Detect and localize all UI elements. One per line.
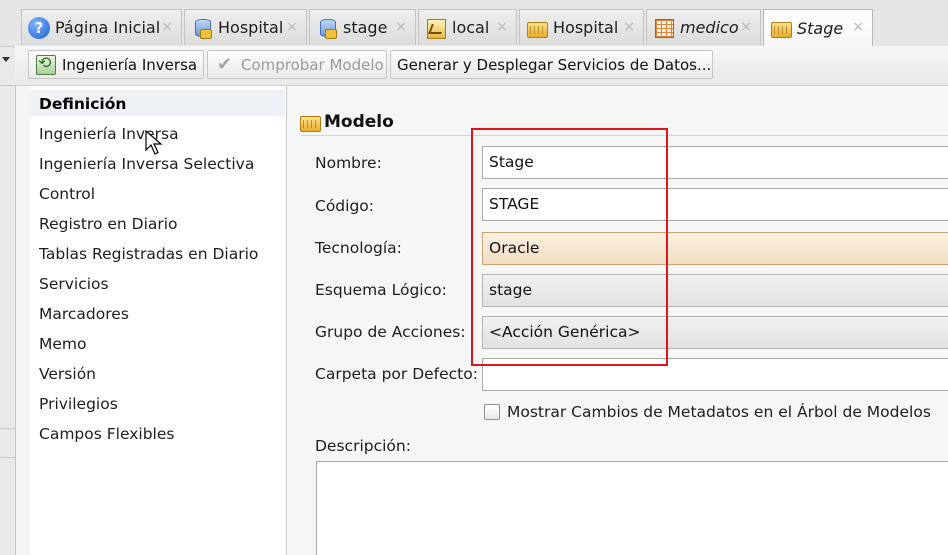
grupo-acciones-label: Grupo de Acciones:	[315, 323, 466, 341]
editor-tab-bar: ? Página Inicial × Hospital × stage × lo…	[0, 0, 948, 47]
model-definition-panel: Modelo Nombre: Stage Código: STAGE Tecno…	[287, 86, 948, 555]
close-icon[interactable]: ×	[740, 19, 752, 35]
tab-label: Stage	[797, 18, 844, 38]
local-file-icon	[425, 17, 447, 39]
nav-item-definicion[interactable]: Definición	[39, 92, 126, 116]
generate-deploy-services-button[interactable]: Generar y Desplegar Servicios de Datos..…	[390, 50, 713, 79]
close-icon[interactable]: ×	[496, 19, 508, 35]
tab-stage-db[interactable]: stage ×	[309, 9, 416, 45]
dropdown-arrow-icon[interactable]	[2, 57, 10, 62]
codigo-field[interactable]: STAGE	[482, 188, 948, 221]
checkmark-icon: ✔	[216, 54, 233, 75]
nav-item-tablas-registradas[interactable]: Tablas Registradas en Diario	[39, 242, 258, 266]
nav-item-privilegios[interactable]: Privilegios	[39, 392, 118, 416]
grupo-acciones-select[interactable]: <Acción Genérica>	[482, 316, 948, 349]
button-label: Generar y Desplegar Servicios de Datos..…	[397, 55, 712, 74]
nombre-field[interactable]: Stage	[482, 146, 948, 179]
database-folder-icon	[191, 17, 213, 39]
nav-item-campos-flexibles[interactable]: Campos Flexibles	[39, 422, 174, 446]
esquema-logico-label: Esquema Lógico:	[315, 281, 447, 299]
table-icon	[653, 17, 675, 39]
tab-label: local	[452, 18, 490, 37]
descripcion-textarea[interactable]	[316, 461, 948, 555]
tecnologia-label: Tecnología:	[315, 239, 402, 257]
nav-item-registro-en-diario[interactable]: Registro en Diario	[39, 212, 178, 236]
tab-pagina-inicial[interactable]: ? Página Inicial ×	[21, 9, 182, 45]
tab-hospital-model[interactable]: Hospital ×	[519, 9, 644, 45]
nav-item-version[interactable]: Versión	[39, 362, 96, 386]
nav-item-control[interactable]: Control	[39, 182, 95, 206]
close-icon[interactable]: ×	[286, 19, 298, 35]
codigo-label: Código:	[315, 197, 374, 215]
descripcion-label: Descripción:	[315, 437, 411, 455]
nav-item-memo[interactable]: Memo	[39, 332, 87, 356]
divider	[0, 457, 15, 458]
tecnologia-select[interactable]: Oracle	[482, 232, 948, 265]
tab-medico[interactable]: medico ×	[646, 9, 761, 45]
carpeta-defecto-label: Carpeta por Defecto:	[315, 365, 478, 383]
section-title: Modelo	[324, 112, 394, 132]
mostrar-cambios-label: Mostrar Cambios de Metadatos en el Árbol…	[507, 403, 931, 421]
button-label: Comprobar Modelo	[241, 55, 384, 74]
check-model-button[interactable]: ✔ Comprobar Modelo	[207, 50, 387, 79]
tab-label: Hospital	[218, 18, 284, 37]
definition-nav-panel: Definición Ingeniería Inversa Ingeniería…	[30, 86, 287, 555]
model-folder-icon	[770, 17, 792, 39]
button-label: Ingeniería Inversa	[62, 55, 198, 74]
reverse-engineering-button[interactable]: Ingeniería Inversa	[28, 50, 204, 79]
tab-label: Página Inicial	[55, 18, 161, 37]
tab-label: stage	[343, 18, 388, 37]
divider	[301, 135, 948, 136]
editor-toolbar: Ingeniería Inversa ✔ Comprobar Modelo Ge…	[15, 46, 948, 86]
tab-local[interactable]: local ×	[418, 9, 517, 45]
tab-hospital-db[interactable]: Hospital ×	[184, 9, 307, 45]
close-icon[interactable]: ×	[161, 19, 173, 35]
nombre-label: Nombre:	[315, 154, 382, 172]
close-icon[interactable]: ×	[852, 19, 864, 35]
mostrar-cambios-checkbox[interactable]	[484, 404, 500, 420]
help-icon: ?	[28, 16, 50, 39]
tab-stage-model[interactable]: Stage ×	[763, 9, 873, 46]
carpeta-defecto-field[interactable]	[482, 358, 948, 391]
reverse-engineering-icon	[35, 53, 56, 75]
divider	[0, 428, 15, 429]
database-folder-icon	[316, 17, 338, 39]
section-header: Modelo	[299, 110, 394, 134]
model-folder-icon	[526, 17, 548, 39]
close-icon[interactable]: ×	[623, 19, 635, 35]
nav-item-servicios[interactable]: Servicios	[39, 272, 109, 296]
model-folder-icon	[299, 111, 321, 133]
close-icon[interactable]: ×	[395, 19, 407, 35]
left-panel-edge	[0, 0, 16, 555]
esquema-logico-select[interactable]: stage	[482, 274, 948, 307]
tab-label: Hospital	[553, 18, 619, 37]
nav-item-marcadores[interactable]: Marcadores	[39, 302, 129, 326]
divider	[0, 85, 15, 86]
tab-label: medico	[680, 18, 739, 37]
